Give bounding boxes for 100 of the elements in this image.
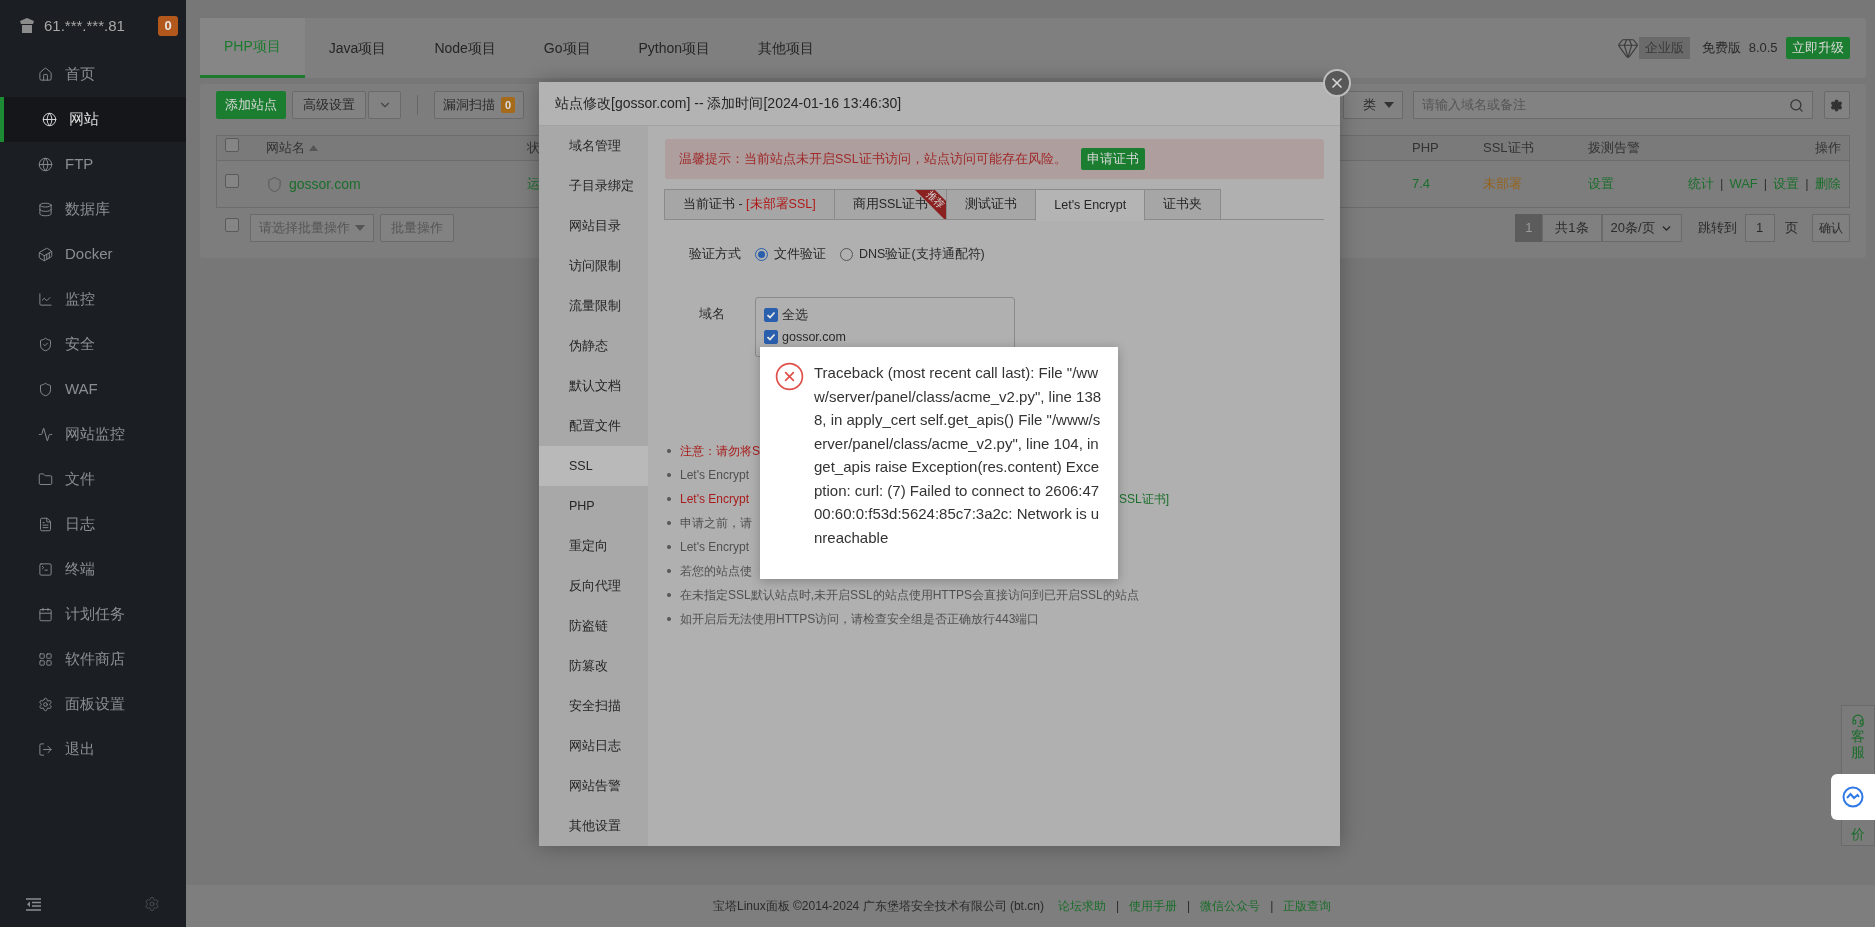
sidebar-item[interactable]: 监控: [0, 277, 186, 322]
column-header: 操作: [1814, 140, 1841, 156]
project-tab[interactable]: Node项目: [410, 18, 520, 78]
dialog-nav-item[interactable]: 防盗链: [539, 606, 648, 646]
sidebar-item[interactable]: WAF: [0, 367, 186, 412]
sort-icon[interactable]: [309, 145, 318, 151]
dialog-nav-item[interactable]: 网站日志: [539, 726, 648, 766]
chart-icon: [38, 292, 53, 307]
calendar-icon: [38, 607, 53, 622]
caret-icon: [1383, 102, 1394, 108]
dialog-nav-item[interactable]: 其他设置: [539, 806, 648, 846]
sidebar-item[interactable]: 日志: [0, 502, 186, 547]
document-icon: [38, 517, 53, 532]
advanced-settings-button[interactable]: 高级设置: [292, 91, 366, 119]
dialog-nav-item[interactable]: 反向代理: [539, 566, 648, 606]
diamond-icon: [1616, 37, 1639, 59]
note-text: 申请之前，请: [680, 515, 752, 532]
collapse-menu-icon[interactable]: [26, 897, 41, 911]
sidebar-item[interactable]: 软件商店: [0, 637, 186, 682]
sidebar-item[interactable]: 文件: [0, 457, 186, 502]
separator: |: [1805, 175, 1809, 194]
settings-button[interactable]: [1823, 91, 1850, 119]
sidebar-item[interactable]: 网站: [0, 97, 186, 142]
dialog-nav-item[interactable]: 访问限制: [539, 246, 648, 286]
separator: |: [1115, 898, 1120, 915]
dialog-nav-item[interactable]: PHP: [539, 486, 648, 526]
sidebar-item[interactable]: 网站监控: [0, 412, 186, 457]
certificate-tab[interactable]: Let's Encrypt: [1035, 189, 1146, 221]
dialog-nav-item[interactable]: 伪静态: [539, 326, 648, 366]
sidebar-item[interactable]: 退出: [0, 727, 186, 772]
sidebar-item[interactable]: 计划任务: [0, 592, 186, 637]
category-select[interactable]: 类: [1342, 91, 1403, 119]
sidebar-item[interactable]: 面板设置: [0, 682, 186, 727]
page-size-select[interactable]: 20条/页: [1601, 214, 1682, 242]
settings-icon[interactable]: [144, 896, 160, 912]
sidebar-item[interactable]: FTP: [0, 142, 186, 187]
domain-checkbox[interactable]: [764, 308, 778, 322]
certificate-tab[interactable]: 测试证书: [946, 189, 1037, 220]
domain-label: 域名: [698, 306, 726, 323]
project-tab[interactable]: Python项目: [614, 18, 735, 78]
project-tab[interactable]: 其他项目: [734, 18, 839, 78]
certificate-tab[interactable]: 证书夹: [1144, 189, 1222, 220]
note-text: 如开启后无法使用HTTPS访问，请检查安全组是否正确放行443端口: [680, 611, 1040, 628]
column-header[interactable]: 网站名: [266, 138, 305, 158]
dialog-nav-item[interactable]: 子目录绑定: [539, 166, 648, 206]
bullet-icon: [667, 449, 671, 453]
separator: |: [1720, 175, 1724, 194]
sidebar-item[interactable]: 首页: [0, 52, 186, 97]
vulnerability-scan-button[interactable]: 漏洞扫描 0: [434, 91, 525, 119]
domain-checkbox[interactable]: [764, 330, 778, 344]
container-icon: [38, 247, 53, 262]
separator: |: [1763, 175, 1768, 194]
sidebar-item[interactable]: 安全: [0, 322, 186, 367]
radio-option[interactable]: 文件验证: [755, 244, 826, 264]
bullet-icon: [667, 569, 671, 573]
warning-text: 温馨提示：当前站点未开启SSL证书访问，站点访问可能存在风险。: [679, 150, 1067, 168]
logo-icon: [18, 17, 36, 35]
folder-icon: [38, 472, 53, 487]
caret-icon: [355, 225, 365, 231]
circle-logo-icon: [1842, 786, 1864, 809]
note-text: Let's Encrypt: [680, 467, 749, 484]
select-all-checkbox[interactable]: [225, 138, 239, 153]
project-tab[interactable]: Java项目: [304, 18, 411, 78]
dialog-nav-item[interactable]: 配置文件: [539, 406, 648, 446]
domain-option-label: 全选: [782, 308, 808, 322]
radio-option[interactable]: DNS验证(支持通配符): [840, 244, 985, 264]
notification-badge[interactable]: 0: [158, 16, 178, 36]
sidebar-item[interactable]: 数据库: [0, 187, 186, 232]
certificate-tab[interactable]: 当前证书 - [未部署SSL]: [664, 189, 835, 220]
dialog-nav-item[interactable]: 域名管理: [539, 126, 648, 166]
shield-check-icon: [38, 337, 53, 352]
globe-icon: [42, 112, 57, 127]
row-checkbox[interactable]: [225, 174, 239, 189]
dialog-nav-item[interactable]: 网站目录: [539, 206, 648, 246]
search-icon[interactable]: [1788, 97, 1804, 113]
shield-icon: [266, 175, 283, 193]
globe-icon: [38, 157, 53, 172]
dialog-nav-item[interactable]: 防篡改: [539, 646, 648, 686]
goto-page-field[interactable]: 1: [1744, 214, 1775, 242]
apply-certificate-button[interactable]: 申请证书: [1080, 148, 1145, 170]
batch-checkbox[interactable]: [225, 218, 239, 233]
add-site-button[interactable]: 添加站点: [216, 91, 286, 119]
sidebar-item[interactable]: Docker: [0, 232, 186, 277]
project-tab[interactable]: Go项目: [519, 18, 615, 78]
goto-label: 跳转到: [1697, 219, 1737, 238]
dialog-nav-item[interactable]: 重定向: [539, 526, 648, 566]
sidebar-item[interactable]: 终端: [0, 547, 186, 592]
note-text: Let's Encrypt: [680, 539, 749, 556]
upgrade-button[interactable]: 立即升级: [1785, 37, 1850, 59]
pulse-icon: [38, 427, 53, 442]
error-icon: [774, 361, 805, 392]
dialog-nav-item[interactable]: 安全扫描: [539, 686, 648, 726]
dialog-nav-item[interactable]: 网站告警: [539, 766, 648, 806]
note-text: 在未指定SSL默认站点时,未开启SSL的站点使用HTTPS会直接访问到已开启SSL的站点: [680, 587, 1139, 604]
version-label: 8.0.5: [1748, 39, 1778, 58]
dialog-nav-item[interactable]: SSL: [539, 446, 648, 486]
dialog-nav-item[interactable]: 默认文档: [539, 366, 648, 406]
assistant-button[interactable]: [1830, 774, 1875, 820]
confirm-button[interactable]: 确认: [1811, 214, 1850, 242]
dialog-nav-item[interactable]: 流量限制: [539, 286, 648, 326]
